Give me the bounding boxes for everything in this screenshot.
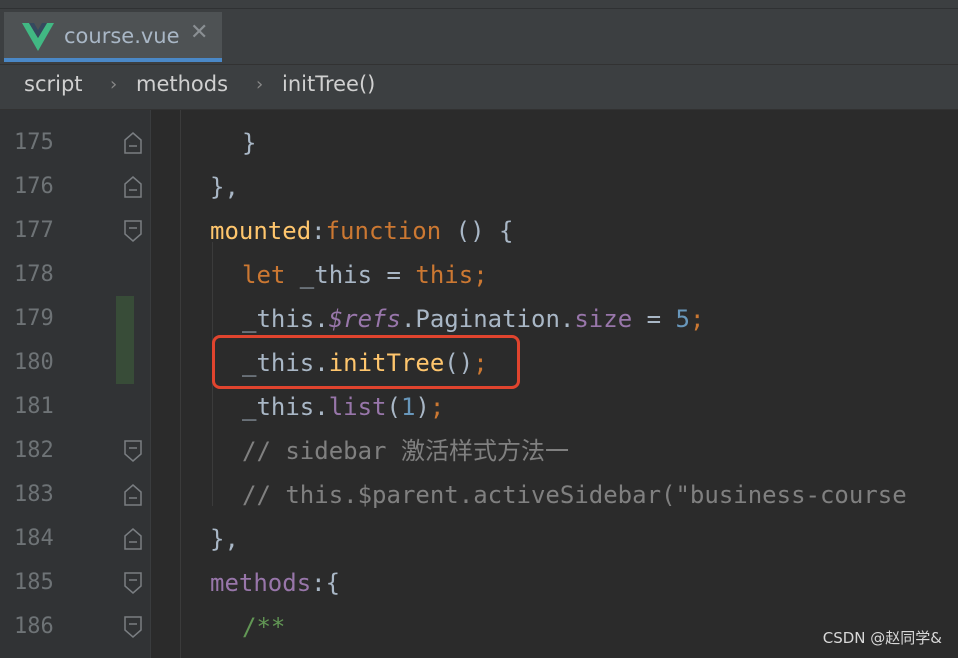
code-line[interactable]: let _this = this; <box>242 253 488 297</box>
chevron-right-icon: › <box>256 74 264 95</box>
code-token: /** <box>242 613 286 641</box>
code-token: _this. <box>242 393 329 421</box>
code-token: } <box>242 129 257 157</box>
breadcrumb: script › methods › initTree() <box>0 65 958 110</box>
fold-collapse-icon[interactable] <box>124 572 142 594</box>
line-number: 176 <box>14 174 54 199</box>
code-token: this <box>415 261 474 289</box>
code-line[interactable]: /** <box>242 605 285 649</box>
code-editor[interactable]: 175 176 177 178 179 180 181 182 183 184 185 186 }},… <box>0 110 958 658</box>
line-number: 181 <box>14 394 54 419</box>
breadcrumb-item-inittree[interactable]: initTree() <box>282 72 375 96</box>
fold-collapse-icon[interactable] <box>124 440 142 462</box>
code-line[interactable]: mounted:function () { <box>210 209 513 253</box>
line-number: 186 <box>14 614 54 639</box>
watermark: CSDN @赵同学& <box>822 629 942 647</box>
code-token: ; <box>689 305 705 333</box>
line-number: 179 <box>14 306 54 331</box>
code-line[interactable]: _this.list(1); <box>242 385 444 429</box>
fold-end-icon[interactable] <box>124 132 142 154</box>
code-token: 5 <box>675 305 690 333</box>
code-token: :{ <box>311 569 341 597</box>
line-number: 177 <box>14 218 54 243</box>
code-line[interactable]: }, <box>210 165 239 209</box>
code-token: ; <box>429 393 445 421</box>
fold-end-icon[interactable] <box>124 528 142 550</box>
code-token: size <box>574 305 633 333</box>
code-token: _this = <box>285 261 416 289</box>
code-line[interactable]: }, <box>210 517 239 561</box>
code-token: }, <box>210 173 239 201</box>
code-line[interactable]: methods:{ <box>210 561 340 605</box>
line-number-gutter[interactable]: 175 176 177 178 179 180 181 182 183 184 185 186 <box>0 110 151 658</box>
code-token: .Pagination. <box>400 305 575 333</box>
indent-guide <box>180 110 181 658</box>
line-number: 184 <box>14 526 54 551</box>
code-token: mounted <box>210 217 312 245</box>
code-token: $refs <box>328 305 401 333</box>
line-number: 175 <box>14 130 54 155</box>
editor-tab-bar: course.vue ✕ <box>0 0 958 65</box>
code-token: list <box>328 393 387 421</box>
code-token: }, <box>210 525 239 553</box>
fold-collapse-icon[interactable] <box>124 616 142 638</box>
breadcrumb-item-script[interactable]: script <box>24 72 83 96</box>
code-line[interactable]: // this.$parent.activeSidebar("business-… <box>242 473 907 517</box>
code-token: let <box>242 261 286 289</box>
code-token: ) <box>415 393 430 421</box>
code-line[interactable]: // sidebar 激活样式方法一 <box>242 429 569 473</box>
highlight-annotation-box <box>212 335 520 389</box>
code-token: ; <box>473 261 488 289</box>
code-token: _this. <box>242 305 329 333</box>
breadcrumb-item-methods[interactable]: methods <box>136 72 228 96</box>
fold-end-icon[interactable] <box>124 176 142 198</box>
code-token: 1 <box>400 393 416 421</box>
line-number: 178 <box>14 262 54 287</box>
line-number: 182 <box>14 438 54 463</box>
close-icon[interactable]: ✕ <box>190 22 208 44</box>
fold-end-icon[interactable] <box>124 484 142 506</box>
tab-course-vue[interactable]: course.vue ✕ <box>4 12 222 62</box>
line-number: 180 <box>14 350 54 375</box>
tab-bar-top-strip <box>0 0 958 9</box>
vue-logo-icon <box>22 23 54 51</box>
code-token: : <box>311 217 326 245</box>
code-token: methods <box>210 569 312 597</box>
code-token: function <box>325 217 442 245</box>
ide-window: course.vue ✕ script › methods › initTree… <box>0 0 958 658</box>
code-token: // this.$parent.activeSidebar("business-… <box>242 481 907 509</box>
fold-collapse-icon[interactable] <box>124 220 142 242</box>
chevron-right-icon: › <box>110 74 118 95</box>
line-number: 183 <box>14 482 54 507</box>
code-token: // sidebar 激活样式方法一 <box>242 437 569 465</box>
tab-label: course.vue <box>64 24 180 48</box>
line-number: 185 <box>14 570 54 595</box>
code-token: () { <box>441 217 514 245</box>
code-line[interactable]: } <box>242 121 256 165</box>
vcs-modified-marker <box>116 296 134 384</box>
code-token: = <box>632 305 676 333</box>
code-token: ( <box>386 393 401 421</box>
